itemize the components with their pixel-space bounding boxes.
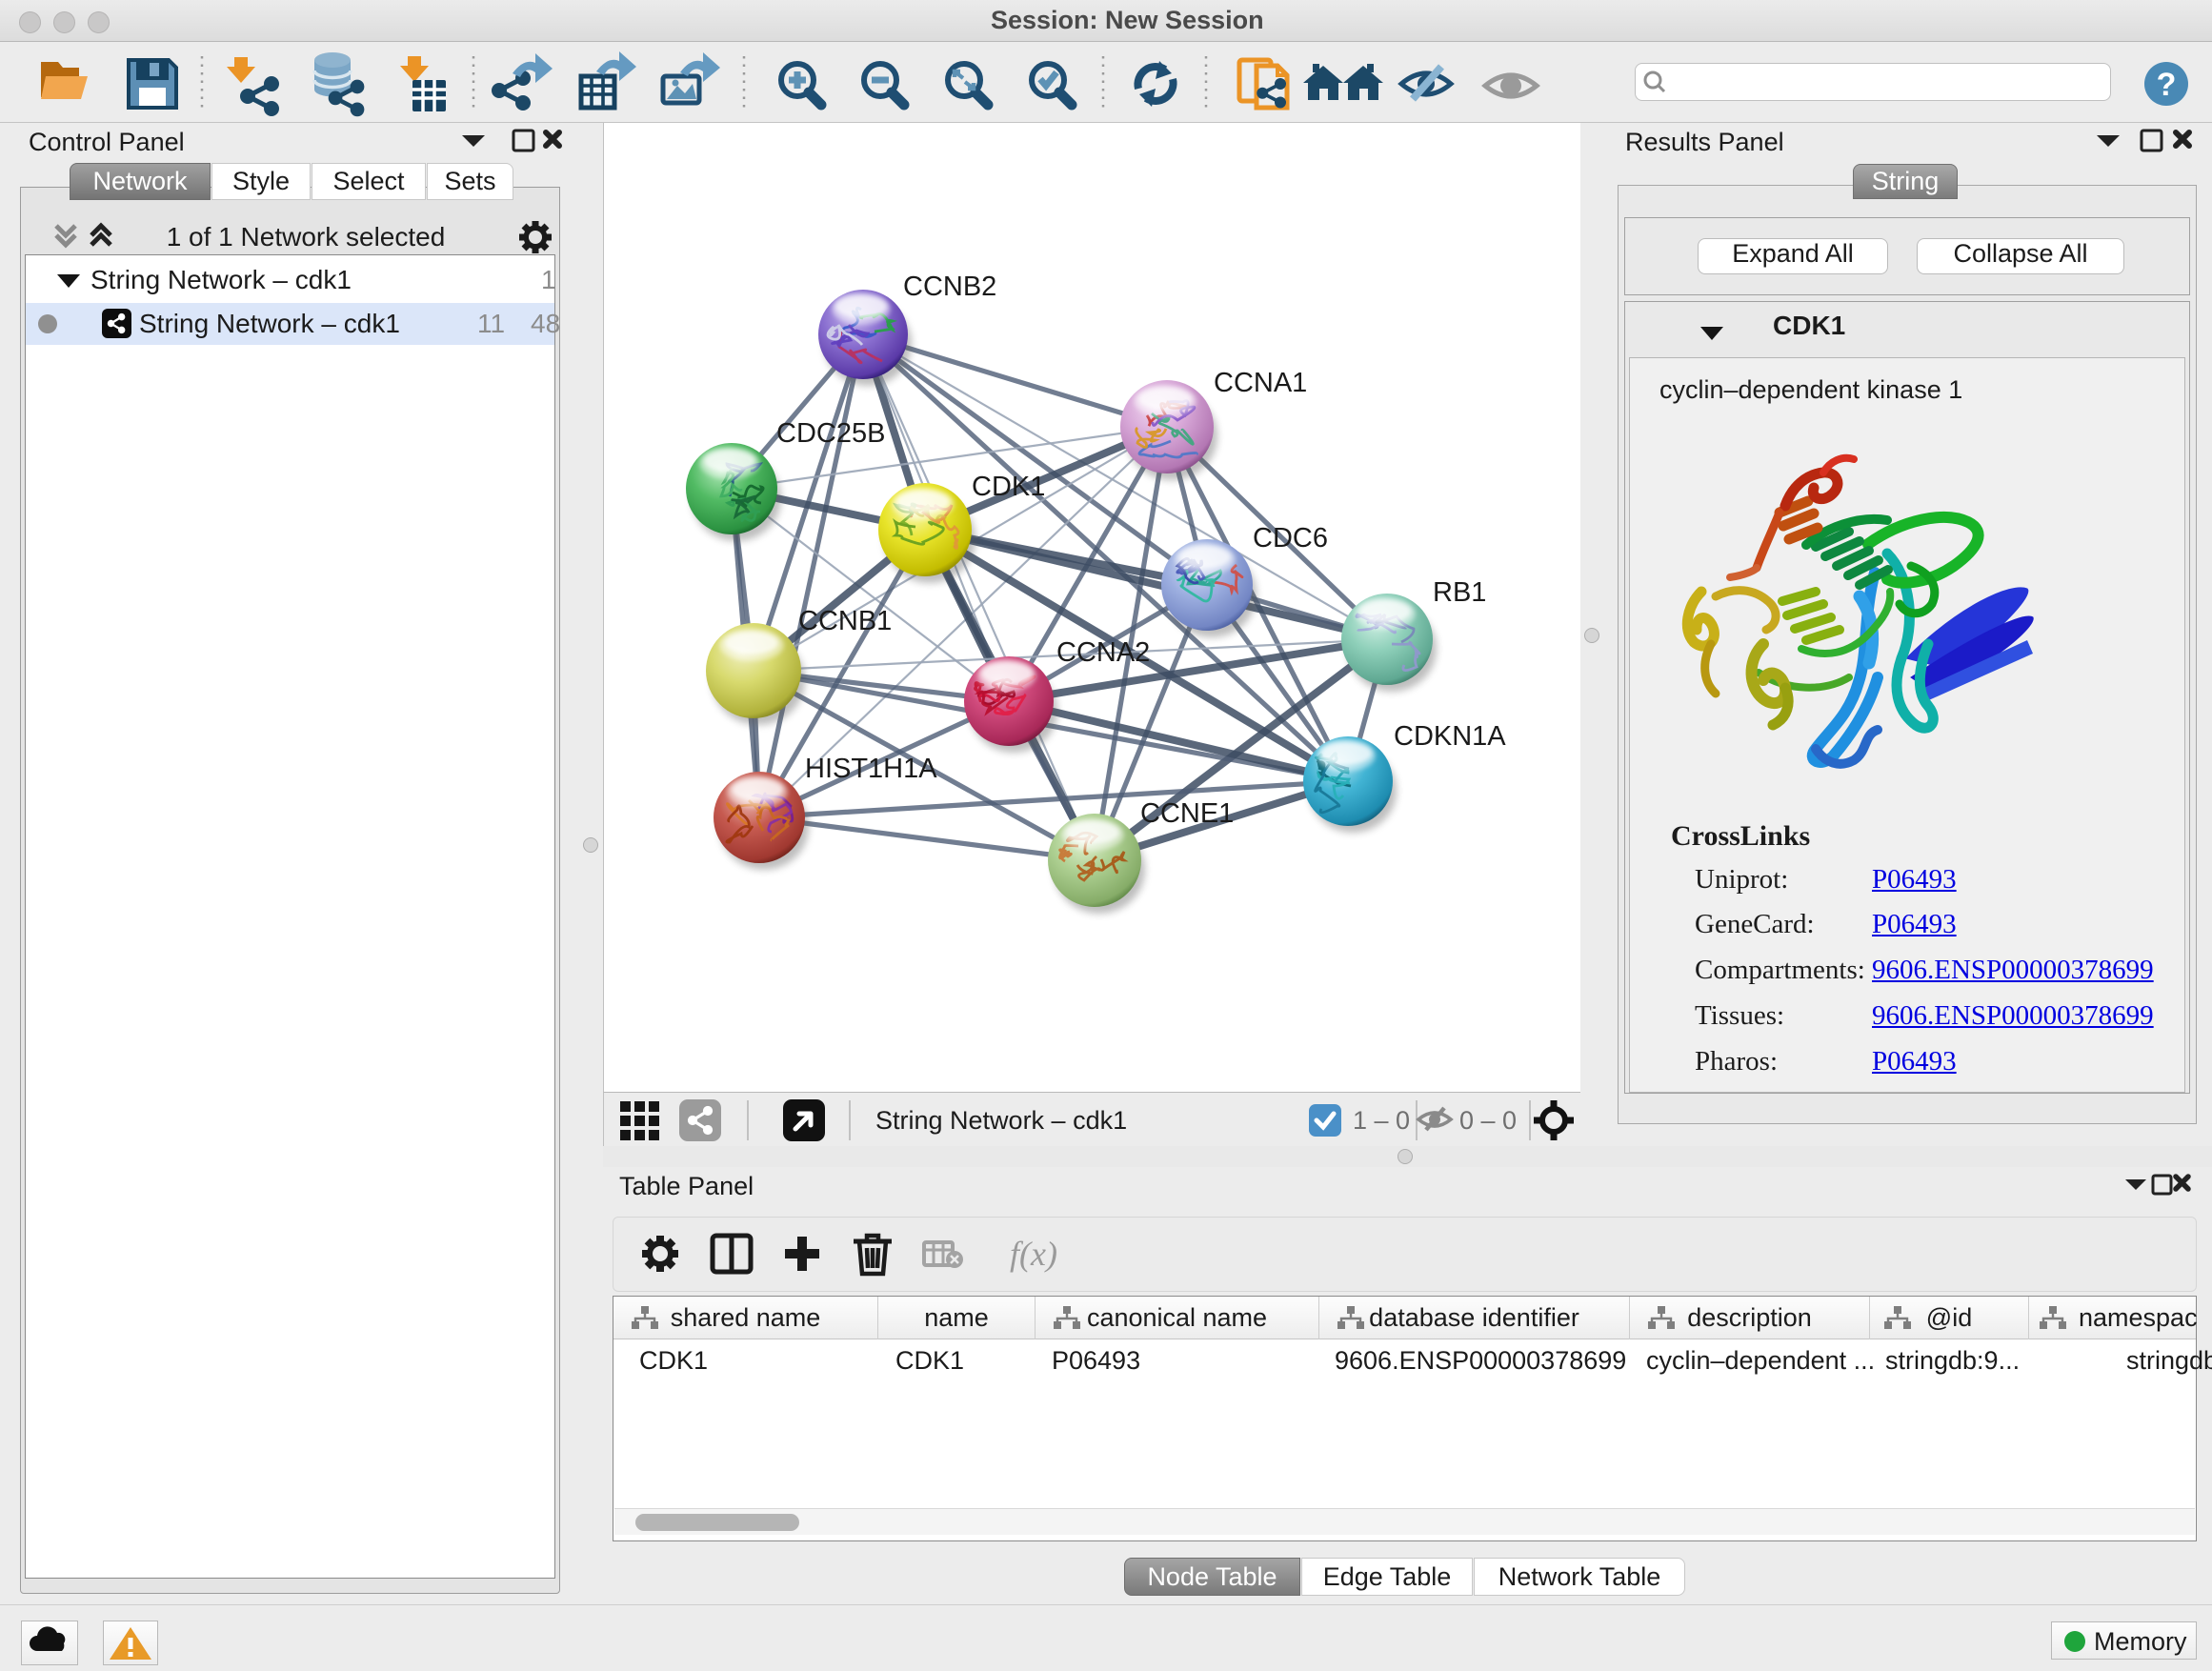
svg-text:CDC25B: CDC25B (776, 418, 885, 449)
svg-text:String Network – cdk1: String Network – cdk1 (875, 1106, 1127, 1135)
svg-text:CDC6: CDC6 (1253, 523, 1328, 554)
svg-text:CCNA2: CCNA2 (1056, 637, 1150, 668)
svg-text:RB1: RB1 (1433, 577, 1486, 608)
svg-text:1 of 1 Network selected: 1 of 1 Network selected (167, 222, 446, 252)
svg-text:HIST1H1A: HIST1H1A (805, 754, 937, 784)
svg-text:CDKN1A: CDKN1A (1394, 721, 1506, 752)
svg-text:CCNB2: CCNB2 (903, 272, 996, 302)
svg-text:CCNB1: CCNB1 (798, 606, 892, 636)
svg-text:CDK1: CDK1 (972, 472, 1045, 502)
svg-text:CCNA1: CCNA1 (1214, 368, 1307, 398)
svg-text:f(x): f(x) (1010, 1235, 1057, 1273)
svg-text:0 – 0: 0 – 0 (1459, 1106, 1517, 1135)
svg-text:CCNE1: CCNE1 (1140, 798, 1234, 829)
svg-text:1 – 0: 1 – 0 (1353, 1106, 1410, 1135)
svg-text:?: ? (2157, 67, 2177, 103)
